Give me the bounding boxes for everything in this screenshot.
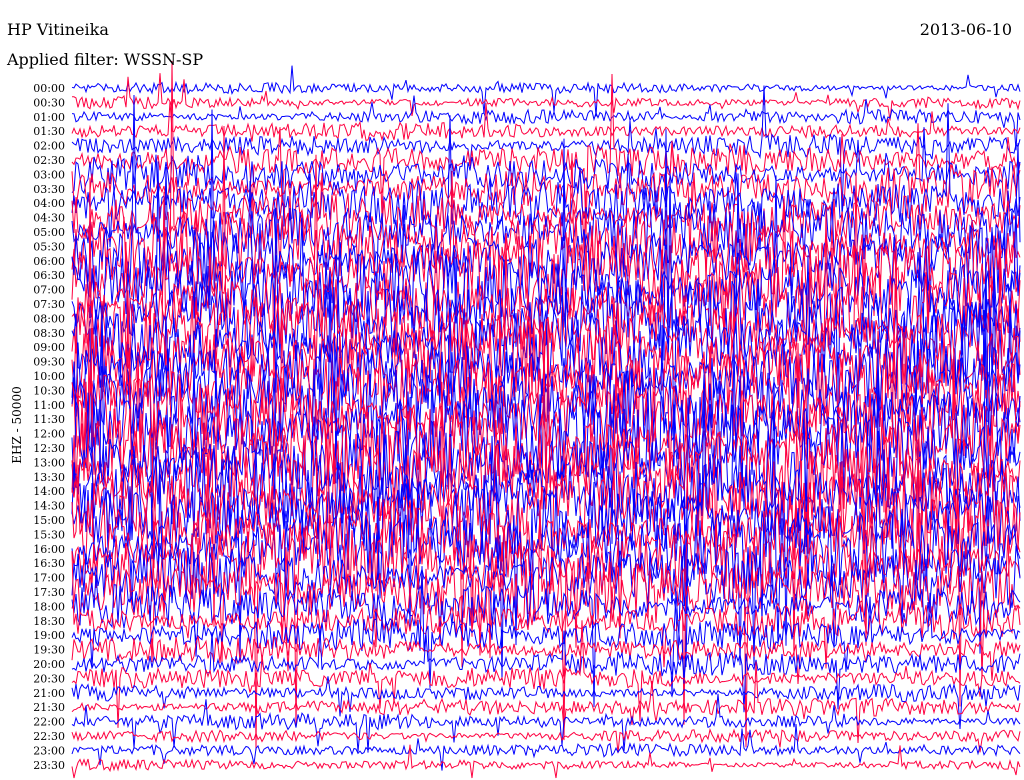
time-label: 04:00 [33, 197, 65, 210]
date-label: 2013-06-10 [919, 20, 1012, 39]
time-label: 15:00 [33, 514, 65, 527]
time-label: 03:00 [33, 168, 65, 181]
time-label: 23:30 [33, 759, 65, 772]
time-label: 21:30 [33, 701, 65, 714]
time-label: 01:00 [33, 111, 65, 124]
time-label: 06:30 [33, 269, 65, 282]
time-label: 10:00 [33, 370, 65, 383]
filter-label: Applied filter: WSSN-SP [7, 50, 204, 69]
time-label: 05:00 [33, 226, 65, 239]
time-label: 16:00 [33, 543, 65, 556]
trace-0230 [71, 73, 1021, 235]
time-label: 07:00 [33, 284, 65, 297]
time-label: 21:00 [33, 687, 65, 700]
time-label: 07:30 [33, 298, 65, 311]
time-labels: 00:0000:30 01:0001:30 02:0002:3003:00 03:30… [33, 82, 65, 772]
time-label: 13:30 [33, 471, 65, 484]
time-label: 17:00 [33, 572, 65, 585]
time-label: 12:30 [33, 442, 65, 455]
time-label: 16:30 [33, 557, 65, 570]
time-label: 03:30 [33, 183, 65, 196]
time-label: 18:00 [33, 600, 65, 613]
time-label: 00:00 [33, 82, 65, 95]
trace-2300 [71, 723, 1021, 771]
trace-1930 [71, 635, 1021, 685]
channel-label: EHZ - 50000 [10, 386, 24, 464]
time-label: 05:30 [33, 240, 65, 253]
trace-2100 [71, 676, 1021, 730]
time-label: 09:30 [33, 356, 65, 369]
trace-0030 [72, 73, 1021, 121]
time-label: 22:30 [33, 730, 65, 743]
time-label: 19:00 [33, 629, 65, 642]
time-label: 02:30 [33, 154, 65, 167]
time-label: 08:00 [33, 312, 65, 325]
time-label: 01:30 [33, 125, 65, 138]
time-label: 09:00 [33, 341, 65, 354]
station-title: HP Vitineika [7, 20, 109, 39]
time-label: 12:00 [33, 428, 65, 441]
time-label: 22:00 [33, 716, 65, 729]
time-label: 00:30 [33, 96, 65, 109]
time-label: 06:00 [33, 255, 65, 268]
time-label: 19:30 [33, 644, 65, 657]
time-label: 11:00 [33, 399, 65, 412]
seismic-traces [71, 60, 1021, 779]
time-label: 10:30 [33, 384, 65, 397]
time-label: 14:00 [33, 485, 65, 498]
time-label: 11:30 [33, 413, 65, 426]
time-label: 20:00 [33, 658, 65, 671]
time-label: 17:30 [33, 586, 65, 599]
trace-0000 [71, 65, 1021, 117]
time-label: 18:30 [33, 615, 65, 628]
time-label: 13:00 [33, 456, 65, 469]
time-label: 14:30 [33, 500, 65, 513]
time-label: 20:30 [33, 672, 65, 685]
time-label: 15:30 [33, 528, 65, 541]
time-label: 08:30 [33, 327, 65, 340]
time-label: 23:00 [33, 744, 65, 757]
time-label: 02:00 [33, 140, 65, 153]
time-label: 04:30 [33, 212, 65, 225]
helicorder-plot: 00:0000:30 01:0001:30 02:0002:3003:00 03:30… [33, 60, 1021, 779]
trace-2200 [71, 693, 1021, 753]
